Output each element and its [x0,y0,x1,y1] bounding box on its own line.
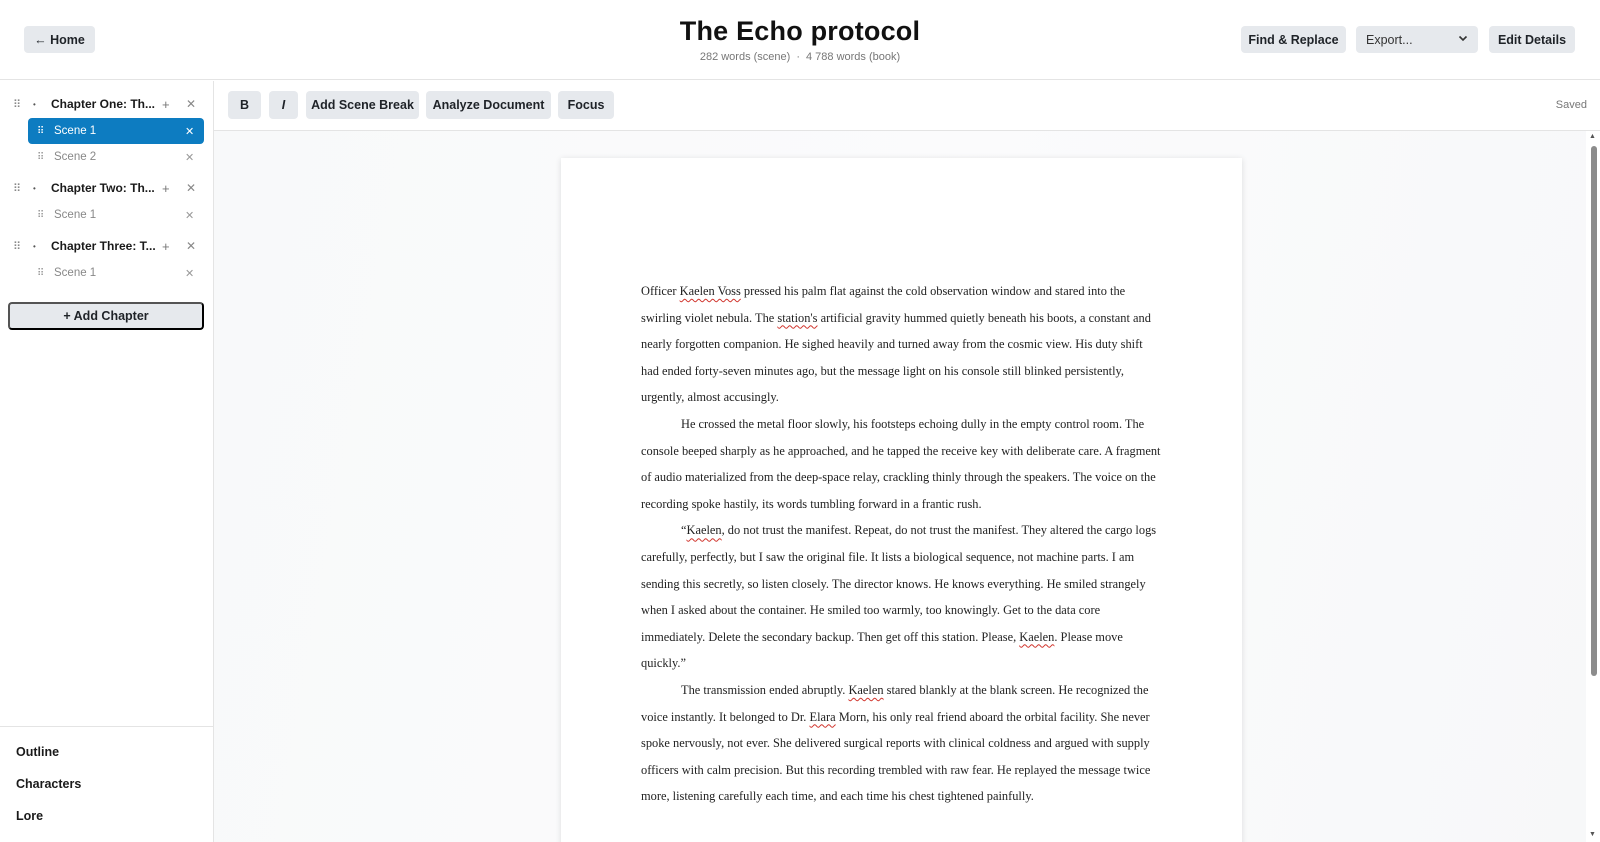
editor-scrollbar[interactable]: ▲ ▼ [1586,131,1600,842]
scene-item[interactable]: ⠿ Scene 1 ✕ [28,118,204,144]
chapter-title[interactable]: Chapter One: Th... [51,97,155,111]
document-page[interactable]: Officer Kaelen Voss pressed his palm fla… [561,158,1242,842]
text-run: Officer [641,284,680,298]
close-icon[interactable]: ✕ [185,125,194,138]
scene-label: Scene 1 [54,209,97,221]
misspelled-word[interactable]: Kaelen Voss [680,284,741,298]
chapter-row[interactable]: ⠿ • Chapter One: Th... + ✕ [0,91,214,117]
word-count: 282 words (scene) · 4 788 words (book) [600,51,1000,63]
close-icon[interactable]: ✕ [185,151,194,164]
book-title: The Echo protocol [679,16,921,46]
scene-item[interactable]: ⠿ Scene 1 ✕ [28,260,204,286]
misspelled-word[interactable]: Elara [810,710,836,724]
add-scene-icon[interactable]: + [162,97,170,112]
drag-handle-icon[interactable]: ⠿ [13,240,21,253]
chevron-down-icon [1458,33,1468,46]
chapter-title[interactable]: Chapter Three: T... [51,239,156,253]
find-replace-button[interactable]: Find & Replace [1241,26,1346,53]
home-button[interactable]: ← Home [24,26,95,53]
document-paragraph[interactable]: The transmission ended abruptly. Kaelen … [641,677,1161,810]
add-chapter-button[interactable]: + Add Chapter [8,302,204,330]
close-icon[interactable]: ✕ [186,181,196,195]
add-scene-icon[interactable]: + [162,181,170,196]
drag-handle-icon[interactable]: ⠿ [37,152,44,163]
close-icon[interactable]: ✕ [185,267,194,280]
chapter-sidebar: ⠿ • Chapter One: Th... + ✕ ⠿ Scene 1 ✕ ⠿… [0,81,214,842]
text-run: He crossed the metal floor slowly, his f… [641,416,1161,511]
nav-characters[interactable]: Characters [16,777,81,791]
scrollbar-thumb[interactable] [1591,146,1597,676]
sidebar-nav: Outline Characters Lore [0,726,213,842]
drag-handle-icon[interactable]: ⠿ [37,126,44,137]
misspelled-word[interactable]: Kaelen [1019,630,1054,644]
chapter-row[interactable]: ⠿ • Chapter Two: Th... + ✕ [0,175,214,201]
editor-area: Officer Kaelen Voss pressed his palm fla… [214,131,1600,842]
chapter-row[interactable]: ⠿ • Chapter Three: T... + ✕ [0,233,214,259]
book-word-count: 4 788 words (book) [806,51,901,63]
drag-handle-icon[interactable]: ⠿ [13,98,21,111]
drag-handle-icon[interactable]: ⠿ [13,182,21,195]
italic-button[interactable]: I [269,91,298,119]
export-selected-value: Export... [1366,32,1413,47]
word-count-separator: · [796,51,800,63]
scroll-down-icon[interactable]: ▼ [1589,831,1596,838]
scroll-up-icon[interactable]: ▲ [1589,133,1596,140]
caret-icon[interactable]: • [33,242,36,251]
bold-button[interactable]: B [228,91,261,119]
add-scene-break-button[interactable]: Add Scene Break [306,91,419,119]
close-icon[interactable]: ✕ [185,209,194,222]
text-run: , do not trust the manifest. Repeat, do … [641,523,1157,644]
close-icon[interactable]: ✕ [186,239,196,253]
scene-label: Scene 1 [54,267,97,279]
save-status: Saved [1555,99,1587,111]
document-paragraph[interactable]: “Kaelen, do not trust the manifest. Repe… [641,517,1161,677]
drag-handle-icon[interactable]: ⠿ [37,210,44,221]
edit-details-button[interactable]: Edit Details [1489,26,1575,53]
caret-icon[interactable]: • [33,100,36,109]
scene-item[interactable]: ⠿ Scene 1 ✕ [28,202,204,228]
add-scene-icon[interactable]: + [162,239,170,254]
caret-icon[interactable]: • [33,184,36,193]
scene-label: Scene 2 [54,151,97,163]
drag-handle-icon[interactable]: ⠿ [37,268,44,279]
export-select[interactable]: Export... [1356,26,1478,53]
editor-toolbar: B I Add Scene Break Analyze Document Foc… [214,81,1600,131]
analyze-document-button[interactable]: Analyze Document [426,91,551,119]
document-paragraph[interactable]: He crossed the metal floor slowly, his f… [641,411,1161,517]
nav-lore[interactable]: Lore [16,809,43,823]
misspelled-word[interactable]: Kaelen [848,683,883,697]
misspelled-word[interactable]: station's [777,311,817,325]
document-text[interactable]: Officer Kaelen Voss pressed his palm fla… [641,278,1161,810]
misspelled-word[interactable]: Kaelen [687,523,722,537]
focus-button[interactable]: Focus [558,91,614,119]
scene-item[interactable]: ⠿ Scene 2 ✕ [28,144,204,170]
title-block: The Echo protocol 282 words (scene) · 4 78… [600,14,1000,63]
app-header: ← Home The Echo protocol 282 words (scen… [0,0,1600,80]
scene-label: Scene 1 [54,125,97,137]
text-run: The transmission ended abruptly. [681,682,849,697]
nav-outline[interactable]: Outline [16,745,59,759]
chapter-title[interactable]: Chapter Two: Th... [51,181,155,195]
close-icon[interactable]: ✕ [186,97,196,111]
scene-word-count: 282 words (scene) [699,51,791,63]
document-paragraph[interactable]: Officer Kaelen Voss pressed his palm fla… [641,278,1161,411]
